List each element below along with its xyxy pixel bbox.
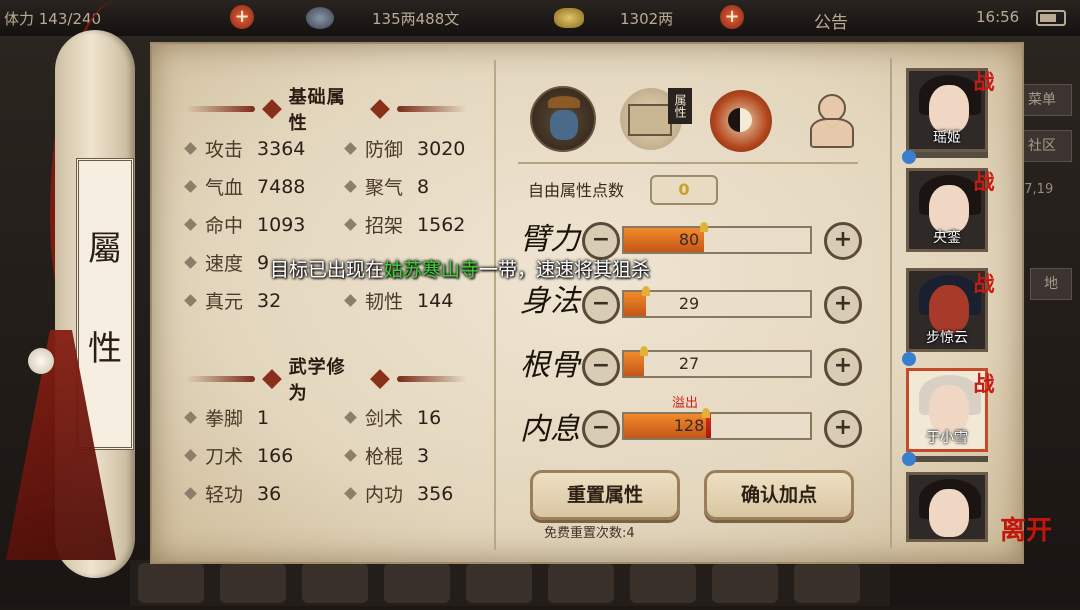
skill-badge-icon bbox=[902, 452, 916, 466]
basic-attributes-title: 基础属性 bbox=[288, 87, 346, 134]
quest-location: 姑苏寒山寺 bbox=[384, 259, 480, 281]
basic-attributes-header: 基础属性 bbox=[186, 87, 466, 134]
battery-icon bbox=[1036, 10, 1066, 26]
party-hp-bar bbox=[906, 152, 988, 158]
bottom-toolbar bbox=[130, 560, 890, 606]
copper-coin-icon bbox=[306, 7, 334, 29]
skill-badge-icon bbox=[902, 150, 916, 164]
battle-tag: 战 bbox=[973, 169, 995, 194]
tab-bagua[interactable] bbox=[710, 90, 772, 152]
header-ornament-right bbox=[397, 106, 466, 112]
free-reset-count: 免费重置次数:4 bbox=[544, 526, 635, 541]
stat-toughness: 韧性 144 bbox=[344, 287, 453, 314]
attr-calligraphy: 身法 bbox=[520, 284, 580, 319]
tab-attributes[interactable]: 属性 bbox=[620, 88, 692, 150]
increase-strength-button[interactable]: + bbox=[824, 222, 862, 260]
decrease-agility-button[interactable]: − bbox=[582, 286, 620, 324]
jade-bead-icon bbox=[28, 348, 54, 374]
stat-defense: 防御 3020 bbox=[344, 135, 465, 162]
tab-underline bbox=[518, 162, 858, 164]
battle-tag: 战 bbox=[973, 69, 995, 94]
gold-amount: 1302两 bbox=[620, 10, 674, 28]
attr-calligraphy: 臂力 bbox=[520, 222, 580, 257]
party-member-5[interactable] bbox=[906, 472, 988, 542]
battle-tag: 战 bbox=[973, 371, 995, 396]
stat-lightness: 轻功 36 bbox=[184, 480, 281, 507]
straw-hat-hero-icon bbox=[548, 96, 580, 108]
quest-notification: 目标已出现在姑苏寒山寺一带，速速将其狙杀 bbox=[270, 259, 651, 281]
header-ornament-right bbox=[397, 376, 466, 382]
stat-hit: 命中 1093 bbox=[184, 211, 305, 238]
stat-fist: 拳脚 1 bbox=[184, 404, 269, 431]
header-ornament-left bbox=[186, 376, 255, 382]
map-button[interactable]: 地 bbox=[1030, 268, 1072, 300]
stat-speed: 速度 9 bbox=[184, 249, 269, 276]
scroll-title-bottom: 性 bbox=[88, 329, 122, 369]
diamond-ornament-icon bbox=[261, 369, 282, 389]
diamond-ornament-icon bbox=[370, 369, 391, 389]
diamond-ornament-icon bbox=[370, 99, 391, 119]
confirm-points-button[interactable]: 确认加点 bbox=[704, 470, 854, 520]
martial-arts-header: 武学修为 bbox=[186, 357, 466, 404]
add-gold-button[interactable]: + bbox=[720, 5, 744, 29]
stat-blade: 刀术 166 bbox=[184, 442, 293, 469]
party-hp-bar bbox=[906, 456, 988, 462]
agility-bar: 29 bbox=[622, 286, 812, 318]
stat-hp: 气血 7488 bbox=[184, 173, 305, 200]
diamond-ornament-icon bbox=[261, 99, 282, 119]
increase-inner-breath-button[interactable]: + bbox=[824, 410, 862, 448]
stat-parry: 招架 1562 bbox=[344, 211, 465, 238]
decrease-inner-breath-button[interactable]: − bbox=[582, 410, 620, 448]
portrait-divider bbox=[890, 58, 893, 548]
stat-spear: 枪棍 3 bbox=[344, 442, 429, 469]
increase-constitution-button[interactable]: + bbox=[824, 348, 862, 386]
gold-ingot-icon bbox=[554, 8, 584, 28]
stat-true-essence: 真元 32 bbox=[184, 287, 281, 314]
copper-amount: 135两488文 bbox=[372, 10, 460, 28]
constitution-bar: 27 bbox=[622, 346, 812, 378]
reset-attributes-button[interactable]: 重置属性 bbox=[530, 470, 680, 520]
battle-tag: 战 bbox=[973, 271, 995, 296]
panel-divider bbox=[494, 60, 496, 550]
stat-attack: 攻击 3364 bbox=[184, 135, 305, 162]
overflow-label: 溢出 bbox=[672, 396, 699, 411]
clock: 16:56 bbox=[976, 8, 1020, 26]
tab-attributes-label: 属性 bbox=[668, 88, 692, 124]
free-points-value: 0 bbox=[650, 175, 718, 205]
tab-character[interactable] bbox=[530, 86, 596, 152]
increase-agility-button[interactable]: + bbox=[824, 286, 862, 324]
tab-meridians[interactable] bbox=[800, 88, 862, 150]
decrease-constitution-button[interactable]: − bbox=[582, 348, 620, 386]
attr-calligraphy: 根骨 bbox=[520, 348, 580, 383]
strength-bar: 80 bbox=[622, 222, 812, 254]
scroll-icon bbox=[628, 104, 672, 136]
skill-badge-icon bbox=[902, 352, 916, 366]
stat-inner: 内功 356 bbox=[344, 480, 453, 507]
inner-breath-bar: 128 bbox=[622, 408, 812, 440]
notice-button[interactable]: 公告 bbox=[814, 8, 848, 33]
add-stamina-button[interactable]: + bbox=[230, 5, 254, 29]
free-points-label: 自由属性点数 bbox=[528, 181, 625, 200]
header-ornament-left bbox=[186, 106, 255, 112]
martial-arts-title: 武学修为 bbox=[288, 357, 346, 404]
stat-sword: 剑术 16 bbox=[344, 404, 441, 431]
stat-qi: 聚气 8 bbox=[344, 173, 429, 200]
scroll-title-top: 屬 bbox=[88, 229, 122, 269]
attr-calligraphy: 内息 bbox=[520, 412, 580, 447]
leave-button[interactable]: 离开 bbox=[1000, 510, 1052, 547]
bagua-icon bbox=[728, 108, 752, 132]
